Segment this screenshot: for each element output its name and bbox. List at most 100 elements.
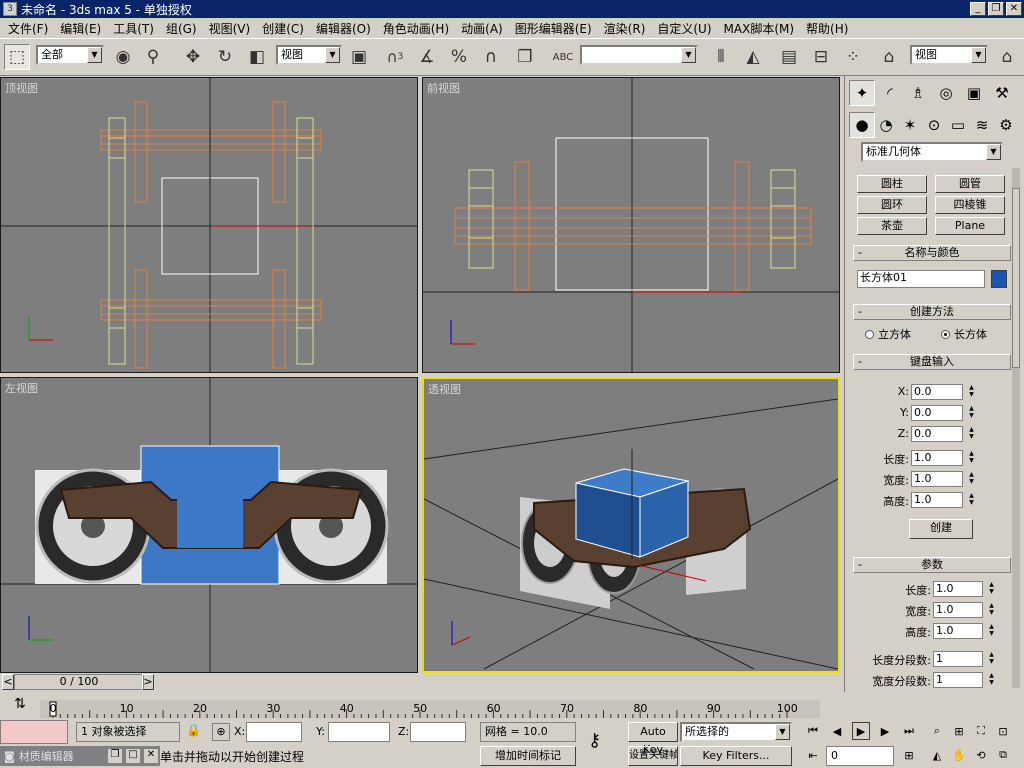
- restore-button[interactable]: ❐: [988, 2, 1004, 16]
- select-and-link-icon[interactable]: ⚲: [140, 44, 166, 70]
- geometry-category-dropdown[interactable]: 标准几何体 ▼: [861, 142, 1003, 162]
- scrollbar-thumb[interactable]: [1012, 188, 1020, 368]
- menu-create[interactable]: 创建(C): [256, 20, 310, 37]
- spinner-snap-icon[interactable]: ∩: [478, 44, 504, 70]
- selection-filter-dropdown[interactable]: 全部 ▼: [36, 45, 104, 65]
- add-time-tag-button[interactable]: 增加时间标记: [480, 746, 576, 766]
- menu-maxscript[interactable]: MAX脚本(M): [718, 20, 801, 37]
- material-swatch[interactable]: [0, 720, 68, 744]
- torus-button[interactable]: 圆环: [857, 196, 927, 214]
- y-coord-field[interactable]: [328, 722, 390, 742]
- geometry-icon[interactable]: ●: [849, 112, 875, 138]
- tube-button[interactable]: 圆管: [935, 175, 1005, 193]
- width-field[interactable]: 1.0: [911, 471, 963, 487]
- z-spinner-icon[interactable]: ▲ ▼: [967, 426, 976, 442]
- field-of-view-icon[interactable]: ◭: [928, 746, 946, 764]
- length-field[interactable]: 1.0: [911, 450, 963, 466]
- curve-editor-icon[interactable]: ⊟: [808, 44, 834, 70]
- name-color-rollout-header[interactable]: - 名称与颜色: [853, 245, 1011, 261]
- layers-icon[interactable]: ▤: [776, 44, 802, 70]
- viewport-front[interactable]: 前视图: [422, 77, 840, 373]
- pan-icon[interactable]: ✋: [950, 746, 968, 764]
- move-icon[interactable]: ✥: [180, 44, 206, 70]
- snap-3d-icon[interactable]: ∩ 3: [382, 44, 408, 70]
- time-next-button[interactable]: >: [142, 674, 154, 690]
- menu-character[interactable]: 角色动画(H): [377, 20, 455, 37]
- plane-button[interactable]: Plane: [935, 217, 1005, 235]
- absolute-mode-icon[interactable]: ⊕: [212, 723, 230, 741]
- edit-named-selection-icon[interactable]: ❒: [512, 44, 538, 70]
- zoom-all-icon[interactable]: ⊞: [950, 722, 968, 740]
- shapes-icon[interactable]: ◔: [873, 112, 899, 138]
- current-frame-field[interactable]: 0: [826, 746, 894, 766]
- create-tab-icon[interactable]: ✦: [849, 80, 875, 106]
- width-spinner-icon[interactable]: ▲ ▼: [967, 471, 976, 487]
- auto-key-button[interactable]: Auto Key: [628, 722, 678, 756]
- param-length-field[interactable]: 1.0: [933, 581, 983, 597]
- object-name-field[interactable]: 长方体01: [857, 270, 985, 288]
- time-prev-button[interactable]: <: [2, 674, 14, 690]
- menu-file[interactable]: 文件(F): [2, 20, 54, 37]
- viewport-top[interactable]: 顶视图: [0, 77, 418, 373]
- parameters-rollout-header[interactable]: - 参数: [853, 557, 1011, 573]
- keyboard-entry-rollout-header[interactable]: - 键盘输入: [853, 354, 1011, 370]
- quick-render-icon[interactable]: ⌂: [994, 44, 1020, 70]
- maximize-icon[interactable]: □: [126, 749, 140, 763]
- modify-tab-icon[interactable]: ◜: [877, 80, 903, 106]
- go-to-end-icon[interactable]: ⏭: [900, 722, 918, 740]
- material-editor-minimized[interactable]: ◙ 材质编辑器 ❐ □ ✕: [0, 746, 160, 766]
- command-panel-scrollbar[interactable]: [1012, 168, 1020, 688]
- time-slider[interactable]: 0 / 100: [14, 674, 144, 690]
- teapot-button[interactable]: 茶壶: [857, 217, 927, 235]
- x-spinner-icon[interactable]: ▲ ▼: [967, 384, 976, 400]
- close-icon[interactable]: ✕: [144, 749, 158, 763]
- render-scene-icon[interactable]: ⌂: [876, 44, 902, 70]
- render-view-dropdown[interactable]: 视图 ▼: [910, 45, 988, 65]
- lock-icon[interactable]: 🔒: [186, 723, 201, 737]
- z-coord-field[interactable]: [410, 722, 466, 742]
- param-width-field[interactable]: 1.0: [933, 602, 983, 618]
- next-frame-icon[interactable]: ▶: [876, 722, 894, 740]
- menu-modifiers[interactable]: 编辑器(O): [310, 20, 377, 37]
- zoom-extents-all-icon[interactable]: ⊡: [994, 722, 1012, 740]
- rotate-icon[interactable]: ↻: [212, 44, 238, 70]
- menu-animation[interactable]: 动画(A): [455, 20, 509, 37]
- previous-frame-icon[interactable]: ◀: [828, 722, 846, 740]
- box-radio[interactable]: 长方体: [941, 326, 987, 342]
- param-height-field[interactable]: 1.0: [933, 623, 983, 639]
- lights-icon[interactable]: ✶: [897, 112, 923, 138]
- reference-coord-dropdown[interactable]: 视图 ▼: [276, 45, 342, 65]
- menu-views[interactable]: 视图(V): [203, 20, 257, 37]
- restore-icon[interactable]: ❐: [108, 749, 122, 763]
- menu-rendering[interactable]: 渲染(R): [598, 20, 652, 37]
- min-max-toggle-icon[interactable]: ⧉: [994, 746, 1012, 764]
- y-field[interactable]: 0.0: [911, 405, 963, 421]
- zoom-extents-icon[interactable]: ⛶: [972, 722, 990, 740]
- menu-customize[interactable]: 自定义(U): [651, 20, 717, 37]
- key-mode-toggle-icon[interactable]: ⇤: [804, 746, 822, 764]
- x-field[interactable]: 0.0: [911, 384, 963, 400]
- set-key-button[interactable]: 设置关键帧: [628, 746, 678, 766]
- menu-graph-editors[interactable]: 图形编辑器(E): [509, 20, 598, 37]
- menu-help[interactable]: 帮助(H): [800, 20, 854, 37]
- go-to-start-icon[interactable]: ⏮: [804, 722, 822, 740]
- mirror-icon[interactable]: ⫴: [708, 44, 734, 70]
- select-object-icon[interactable]: ◉: [110, 44, 136, 70]
- param-length-spinner-icon[interactable]: ▲ ▼: [987, 581, 996, 597]
- utilities-tab-icon[interactable]: ⚒: [989, 80, 1015, 106]
- key-icon[interactable]: ⚷: [588, 730, 601, 751]
- material-editor-icon[interactable]: ⁘: [840, 44, 866, 70]
- y-spinner-icon[interactable]: ▲ ▼: [967, 405, 976, 421]
- minimize-button[interactable]: _: [970, 2, 986, 16]
- z-field[interactable]: 0.0: [911, 426, 963, 442]
- app-icon[interactable]: 3: [3, 2, 17, 16]
- play-icon[interactable]: ▶: [852, 722, 870, 740]
- scale-icon[interactable]: ◧: [244, 44, 270, 70]
- length-segs-field[interactable]: 1: [933, 651, 983, 667]
- close-button[interactable]: ✕: [1006, 2, 1022, 16]
- hierarchy-tab-icon[interactable]: ♗: [905, 80, 931, 106]
- select-region-icon[interactable]: ⬚: [4, 44, 30, 70]
- key-mode-dropdown[interactable]: 所选择的 ▼: [680, 722, 792, 742]
- menu-group[interactable]: 组(G): [160, 20, 203, 37]
- creation-method-rollout-header[interactable]: - 创建方法: [853, 304, 1011, 320]
